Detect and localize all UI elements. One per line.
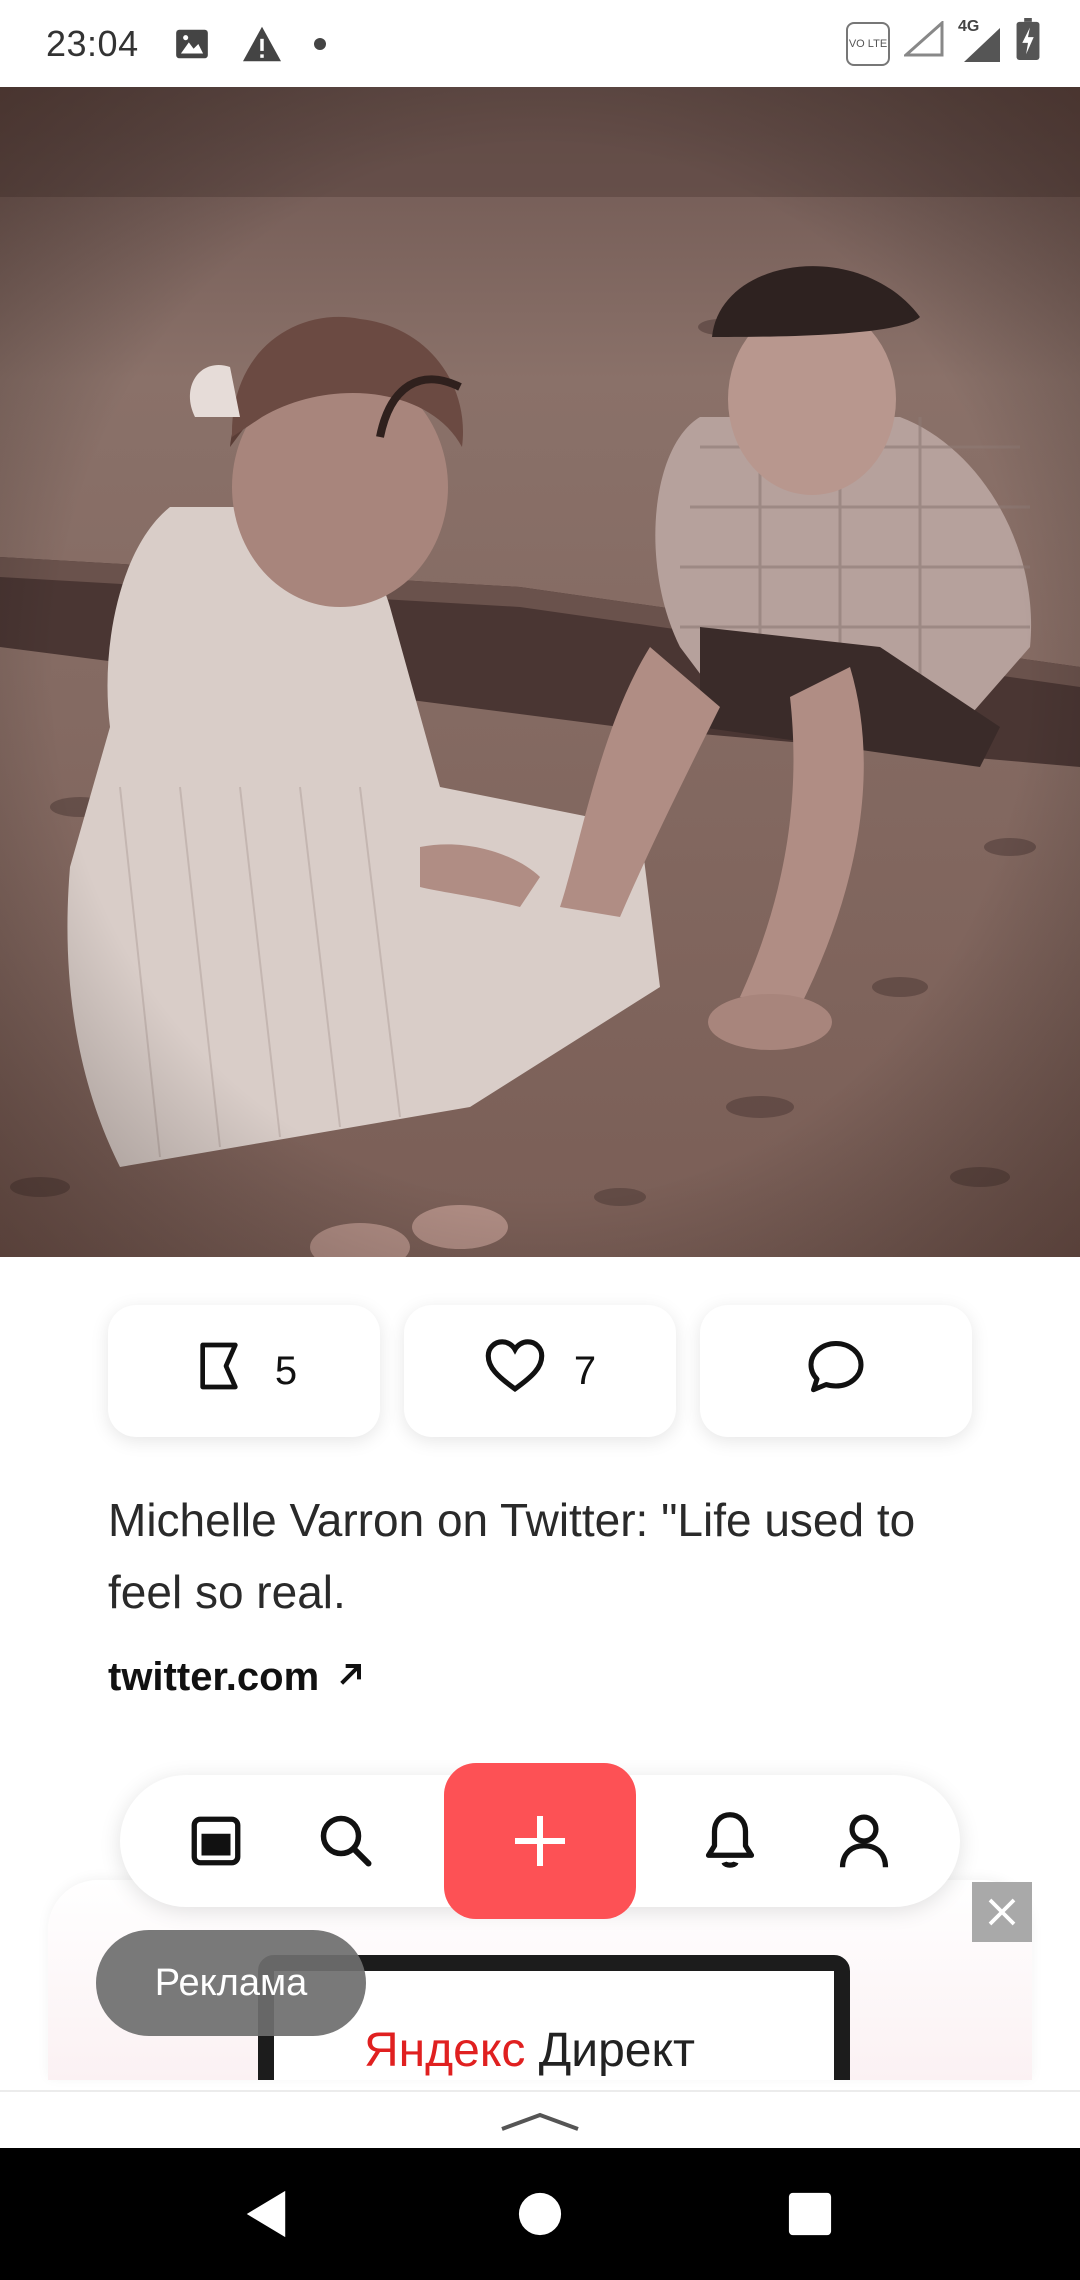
search-button[interactable] xyxy=(296,1775,396,1907)
comment-icon xyxy=(806,1338,866,1404)
recents-button[interactable] xyxy=(750,2148,870,2280)
search-icon xyxy=(320,1815,372,1867)
expand-handle[interactable] xyxy=(0,2090,1080,2150)
post-title: Michelle Varron on Twitter: "Life used t… xyxy=(108,1494,916,1618)
ad-brand-red: Яндекс xyxy=(364,2024,526,2077)
back-button[interactable] xyxy=(206,2148,326,2280)
back-icon xyxy=(246,2190,286,2238)
feed-icon xyxy=(191,1816,241,1866)
dot-icon xyxy=(313,37,327,51)
ad-brand-text: Яндекс Директ xyxy=(364,2023,695,2078)
external-arrow-icon xyxy=(335,1655,367,1700)
status-bar: 23:04 VO LTE 4G xyxy=(0,0,1080,87)
profile-button[interactable] xyxy=(814,1775,914,1907)
ad-badge: Реклама xyxy=(96,1930,366,2036)
like-count: 7 xyxy=(573,1348,597,1393)
bookmark-count: 5 xyxy=(274,1348,298,1393)
like-button[interactable]: 7 xyxy=(404,1305,676,1437)
status-right-icons: VO LTE 4G xyxy=(846,0,1040,87)
chevron-up-icon xyxy=(501,2112,579,2131)
source-domain: twitter.com xyxy=(108,1655,320,1699)
bell-icon xyxy=(705,1812,755,1868)
add-button[interactable] xyxy=(444,1763,636,1919)
add-icon xyxy=(515,1816,565,1866)
ad-close-button[interactable] xyxy=(972,1882,1032,1942)
notifications-button[interactable] xyxy=(680,1775,780,1907)
bookmark-button[interactable]: 5 xyxy=(108,1305,380,1437)
volte-icon: VO LTE xyxy=(846,21,890,66)
image-icon xyxy=(173,25,211,63)
post-photo-illustration xyxy=(0,87,1080,1257)
close-icon xyxy=(988,1898,1016,1926)
home-button[interactable] xyxy=(480,2148,600,2280)
warning-icon xyxy=(241,25,283,63)
bookmark-icon xyxy=(191,1338,247,1404)
recents-icon xyxy=(788,2192,832,2236)
source-link[interactable]: twitter.com xyxy=(108,1655,367,1700)
signal-4g-icon: 4G xyxy=(958,18,1002,64)
heart-icon xyxy=(484,1338,546,1404)
system-nav-bar xyxy=(0,2148,1080,2280)
post-image[interactable] xyxy=(0,87,1080,1257)
home-icon xyxy=(518,2192,562,2236)
profile-icon xyxy=(839,1814,889,1868)
feed-button[interactable] xyxy=(166,1775,266,1907)
ad-brand-dark: Директ xyxy=(538,2024,695,2077)
post-actions: 5 7 xyxy=(108,1305,972,1437)
status-time: 23:04 xyxy=(46,22,139,64)
battery-charging-icon xyxy=(1016,18,1040,69)
comment-button[interactable] xyxy=(700,1305,972,1437)
signal-empty-icon xyxy=(902,19,944,66)
